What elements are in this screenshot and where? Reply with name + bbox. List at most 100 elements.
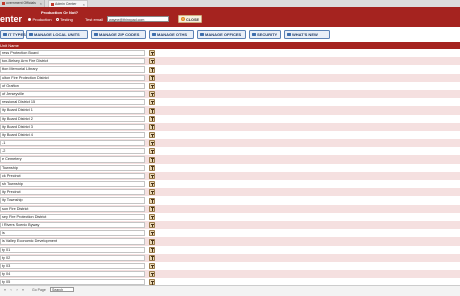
trash-icon[interactable] — [149, 148, 155, 155]
unit-types-button[interactable]: IT TYPES — [0, 30, 26, 39]
trash-icon[interactable] — [149, 164, 155, 171]
whats-new-button[interactable]: WHAT'S NEW — [284, 30, 330, 39]
browser-tab-government-officials[interactable]: overnment Officials × — [0, 0, 45, 7]
table-row: son Fire District — [0, 204, 460, 213]
unit-name-input[interactable]: is Valley Economic Development — [0, 238, 145, 245]
unit-name-input[interactable]: of Grafton — [0, 82, 145, 89]
trash-icon[interactable] — [149, 50, 155, 57]
table-row: sh Township — [0, 180, 460, 189]
news-icon — [287, 32, 291, 37]
prev-page-button[interactable]: ‹ — [9, 288, 13, 292]
close-button[interactable]: × CLOSE — [178, 14, 202, 23]
nav-label: MANAGE LOCAL UNITS — [34, 32, 80, 37]
first-page-button[interactable]: « — [3, 288, 7, 292]
trash-icon[interactable] — [149, 271, 155, 278]
close-tab-icon[interactable]: × — [40, 0, 42, 7]
trash-icon[interactable] — [149, 58, 155, 65]
trash-icon[interactable] — [149, 246, 155, 253]
trash-icon[interactable] — [149, 132, 155, 139]
trash-icon[interactable] — [149, 99, 155, 106]
manage-local-units-button[interactable]: MANAGE LOCAL UNITS — [26, 30, 88, 39]
trash-icon[interactable] — [149, 82, 155, 89]
table-row: ressional District 15 — [0, 98, 460, 107]
unit-name-input[interactable]: ity Board District 1 — [0, 107, 145, 114]
unit-name-input[interactable]: ck Precinct — [0, 172, 145, 179]
unit-name-input[interactable]: ress Protection Board — [0, 50, 145, 57]
table-row: Township — [0, 163, 460, 172]
trash-icon[interactable] — [149, 189, 155, 196]
unit-name-input[interactable]: -1 — [0, 140, 145, 147]
page-info: Go Page — [32, 288, 46, 292]
document-icon — [152, 32, 156, 37]
unit-name-input[interactable]: ulton Fire Protection District — [0, 74, 145, 81]
unit-name-input[interactable]: ty 03 — [0, 262, 145, 270]
last-page-button[interactable]: » — [21, 288, 25, 292]
nav-label: IT TYPES — [8, 32, 26, 37]
app-header: enter Production Or Not? Production Test… — [0, 7, 460, 27]
trash-icon[interactable] — [149, 213, 155, 220]
trash-icon[interactable] — [149, 230, 155, 237]
unit-name-input[interactable]: e Cemetery — [0, 156, 145, 163]
production-radio[interactable] — [28, 18, 31, 21]
table-row: of Grafton — [0, 81, 460, 90]
trash-icon[interactable] — [149, 66, 155, 73]
close-icon: × — [181, 17, 185, 22]
trash-icon[interactable] — [149, 74, 155, 81]
table-row: ty 04 — [0, 270, 460, 279]
trash-icon[interactable] — [149, 222, 155, 229]
unit-name-input[interactable]: Township — [0, 164, 145, 171]
unit-name-input[interactable]: tton Memorial Library — [0, 66, 145, 73]
unit-name-input[interactable]: l Rivers Scenic Byway — [0, 221, 145, 229]
nav-label: MANAGE OFFICES — [205, 32, 242, 37]
production-radio-label: Production — [32, 17, 52, 22]
security-button[interactable]: SECURITY — [249, 30, 281, 39]
testing-radio[interactable] — [55, 18, 59, 21]
table-row: ity Board District 3 — [0, 122, 460, 131]
unit-name-input[interactable]: ty 02 — [0, 254, 145, 261]
unit-name-input[interactable]: son Fire District — [0, 205, 145, 212]
manage-offices-button[interactable]: MANAGE OFFICES — [197, 30, 246, 39]
unit-name-header[interactable]: Unit Name — [0, 42, 19, 49]
trash-icon[interactable] — [149, 123, 155, 130]
nav-label: SECURITY — [257, 32, 278, 37]
table-row: of Jerseyville — [0, 89, 460, 99]
unit-name-input[interactable]: -2 — [0, 148, 145, 155]
trash-icon[interactable] — [149, 107, 155, 114]
next-page-button[interactable]: › — [15, 288, 19, 292]
browser-tab-admin-center[interactable]: Admin Center × — [48, 0, 88, 7]
production-label: Production Or Not? — [41, 10, 79, 15]
table-row: ress Protection Board — [0, 49, 460, 58]
units-table: ress Protection Board ton-Belsey Arm Fire… — [0, 49, 460, 287]
trash-icon[interactable] — [149, 173, 155, 179]
trash-icon[interactable] — [149, 254, 155, 261]
unit-name-input[interactable]: ity Board District 2 — [0, 115, 145, 122]
unit-name-input[interactable]: sh Township — [0, 181, 145, 188]
unit-name-input[interactable]: ity Township — [0, 197, 145, 204]
trash-icon[interactable] — [149, 197, 155, 204]
manage-zip-codes-button[interactable]: MANAGE ZIP CODES — [91, 30, 146, 39]
table-row: ty 01 — [0, 245, 460, 254]
unit-name-input[interactable]: ity Board District 4 — [0, 131, 145, 139]
trash-icon[interactable] — [149, 181, 155, 188]
unit-name-input[interactable]: ressional District 15 — [0, 99, 145, 106]
unit-name-input[interactable]: sey Fire Protection District — [0, 213, 145, 220]
trash-icon[interactable] — [149, 238, 155, 245]
trash-icon[interactable] — [149, 140, 155, 147]
pager-search-input[interactable]: Search — [50, 287, 74, 292]
manage-oths-button[interactable]: MANAGE OTHS — [149, 30, 194, 39]
unit-name-input[interactable]: ity Precinct — [0, 189, 145, 196]
unit-name-input[interactable]: ton-Belsey Arm Fire District — [0, 58, 145, 65]
trash-icon[interactable] — [149, 91, 155, 98]
unit-name-input[interactable]: of Jerseyville — [0, 90, 145, 98]
table-row: -1 — [0, 139, 460, 148]
trash-icon[interactable] — [149, 156, 155, 163]
unit-name-input[interactable]: ty 01 — [0, 246, 145, 253]
table-row: ton-Belsey Arm Fire District — [0, 57, 460, 66]
test-email-input[interactable]: wayne@thinxpad.com — [107, 16, 169, 22]
trash-icon[interactable] — [149, 205, 155, 212]
unit-name-input[interactable]: ty 04 — [0, 271, 145, 278]
trash-icon[interactable] — [149, 115, 155, 122]
unit-name-input[interactable]: ity Board District 3 — [0, 123, 145, 130]
trash-icon[interactable] — [149, 263, 155, 270]
unit-name-input[interactable]: is — [0, 230, 145, 237]
